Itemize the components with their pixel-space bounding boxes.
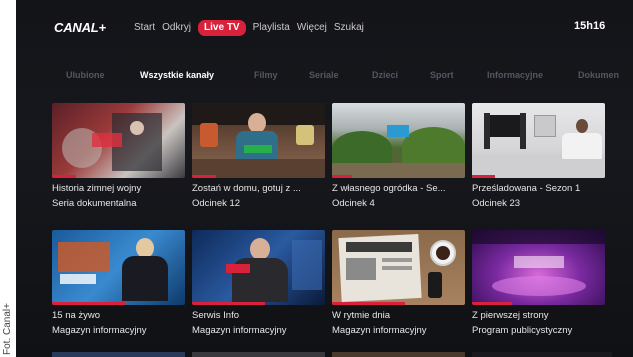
program-title: Z własnego ogródka - Se...: [332, 183, 446, 194]
news-anchor-thumbnail: [52, 230, 185, 305]
watch-progress-bar: [192, 175, 216, 178]
chef-kitchen-thumbnail: [192, 103, 325, 178]
channel-tile[interactable]: 15 na żywo Magazyn informacyjny: [52, 230, 185, 336]
watch-progress-bar: [472, 175, 495, 178]
newspaper-coffee-thumbnail: [332, 230, 465, 305]
top-navigation-bar: CANAL+ Start Odkryj Live TV Playlista Wi…: [16, 18, 633, 40]
channel-tile[interactable]: Z pierwszej strony Program publicystyczn…: [472, 230, 605, 336]
garden-thumbnail: [332, 103, 465, 178]
next-row-preview: [52, 352, 612, 357]
program-subtitle: Odcinek 4: [332, 198, 375, 209]
tab-dokumentalne[interactable]: Dokumen: [578, 70, 619, 80]
menu-item-odkryj[interactable]: Odkryj: [162, 20, 191, 36]
program-title: Serwis Info: [192, 310, 239, 321]
channel-tile[interactable]: Serwis Info Magazyn informacyjny: [192, 230, 325, 336]
tv-screen: CANAL+ Start Odkryj Live TV Playlista Wi…: [16, 0, 633, 357]
program-subtitle: Magazyn informacyjny: [52, 325, 147, 336]
channel-tile[interactable]: Historia zimnej wojny Seria dokumentalna: [52, 103, 185, 209]
program-subtitle: Magazyn informacyjny: [192, 325, 287, 336]
menu-item-wiecej[interactable]: Więcej: [297, 20, 327, 36]
watch-progress-bar: [332, 175, 352, 178]
tab-sport[interactable]: Sport: [430, 70, 454, 80]
tab-seriale[interactable]: Seriale: [309, 70, 339, 80]
program-title: W rytmie dnia: [332, 310, 391, 321]
program-subtitle: Odcinek 23: [472, 198, 521, 209]
photo-credit-text: Fot. Canal+: [2, 303, 13, 355]
program-subtitle: Magazyn informacyjny: [332, 325, 427, 336]
canal-plus-logo[interactable]: CANAL+: [54, 20, 106, 35]
rally-crowd-thumbnail: [52, 103, 185, 178]
program-title: 15 na żywo: [52, 310, 101, 321]
photo-frame: Fot. Canal+ CANAL+ Start Odkryj Live TV …: [0, 0, 633, 357]
program-subtitle: Odcinek 12: [192, 198, 241, 209]
tab-informacyjne[interactable]: Informacyjne: [487, 70, 543, 80]
program-subtitle: Seria dokumentalna: [52, 198, 137, 209]
menu-item-playlista[interactable]: Playlista: [253, 20, 290, 36]
news-presenter-thumbnail: [192, 230, 325, 305]
watch-progress-bar: [52, 302, 126, 305]
watch-progress-bar: [192, 302, 266, 305]
program-title: Zostań w domu, gotuj z ...: [192, 183, 301, 194]
menu-item-szukaj[interactable]: Szukaj: [334, 20, 364, 36]
tab-ulubione[interactable]: Ulubione: [66, 70, 105, 80]
program-title: Prześladowana - Sezon 1: [472, 183, 581, 194]
living-room-thumbnail: [472, 103, 605, 178]
channel-tile[interactable]: Z własnego ogródka - Se... Odcinek 4: [332, 103, 465, 209]
clock: 15h16: [574, 20, 606, 32]
menu-item-start[interactable]: Start: [134, 20, 155, 36]
main-menu: Start Odkryj Live TV Playlista Więcej Sz…: [134, 20, 371, 36]
channel-tile[interactable]: Zostań w domu, gotuj z ... Odcinek 12: [192, 103, 325, 209]
tab-filmy[interactable]: Filmy: [254, 70, 278, 80]
watch-progress-bar: [472, 302, 512, 305]
channel-tile[interactable]: Prześladowana - Sezon 1 Odcinek 23: [472, 103, 605, 209]
tab-dzieci[interactable]: Dzieci: [372, 70, 398, 80]
channel-tile[interactable]: W rytmie dnia Magazyn informacyjny: [332, 230, 465, 336]
category-tabs: Ulubione Wszystkie kanały Filmy Seriale …: [16, 70, 633, 88]
watch-progress-bar: [52, 175, 76, 178]
purple-stage-thumbnail: [472, 230, 605, 305]
tab-wszystkie-kanaly[interactable]: Wszystkie kanały: [140, 70, 214, 80]
program-title: Historia zimnej wojny: [52, 183, 142, 194]
photo-credit: Fot. Canal+: [0, 280, 14, 357]
watch-progress-bar: [332, 302, 406, 305]
program-subtitle: Program publicystyczny: [472, 325, 573, 336]
menu-item-live-tv[interactable]: Live TV: [198, 20, 246, 36]
program-title: Z pierwszej strony: [472, 310, 549, 321]
